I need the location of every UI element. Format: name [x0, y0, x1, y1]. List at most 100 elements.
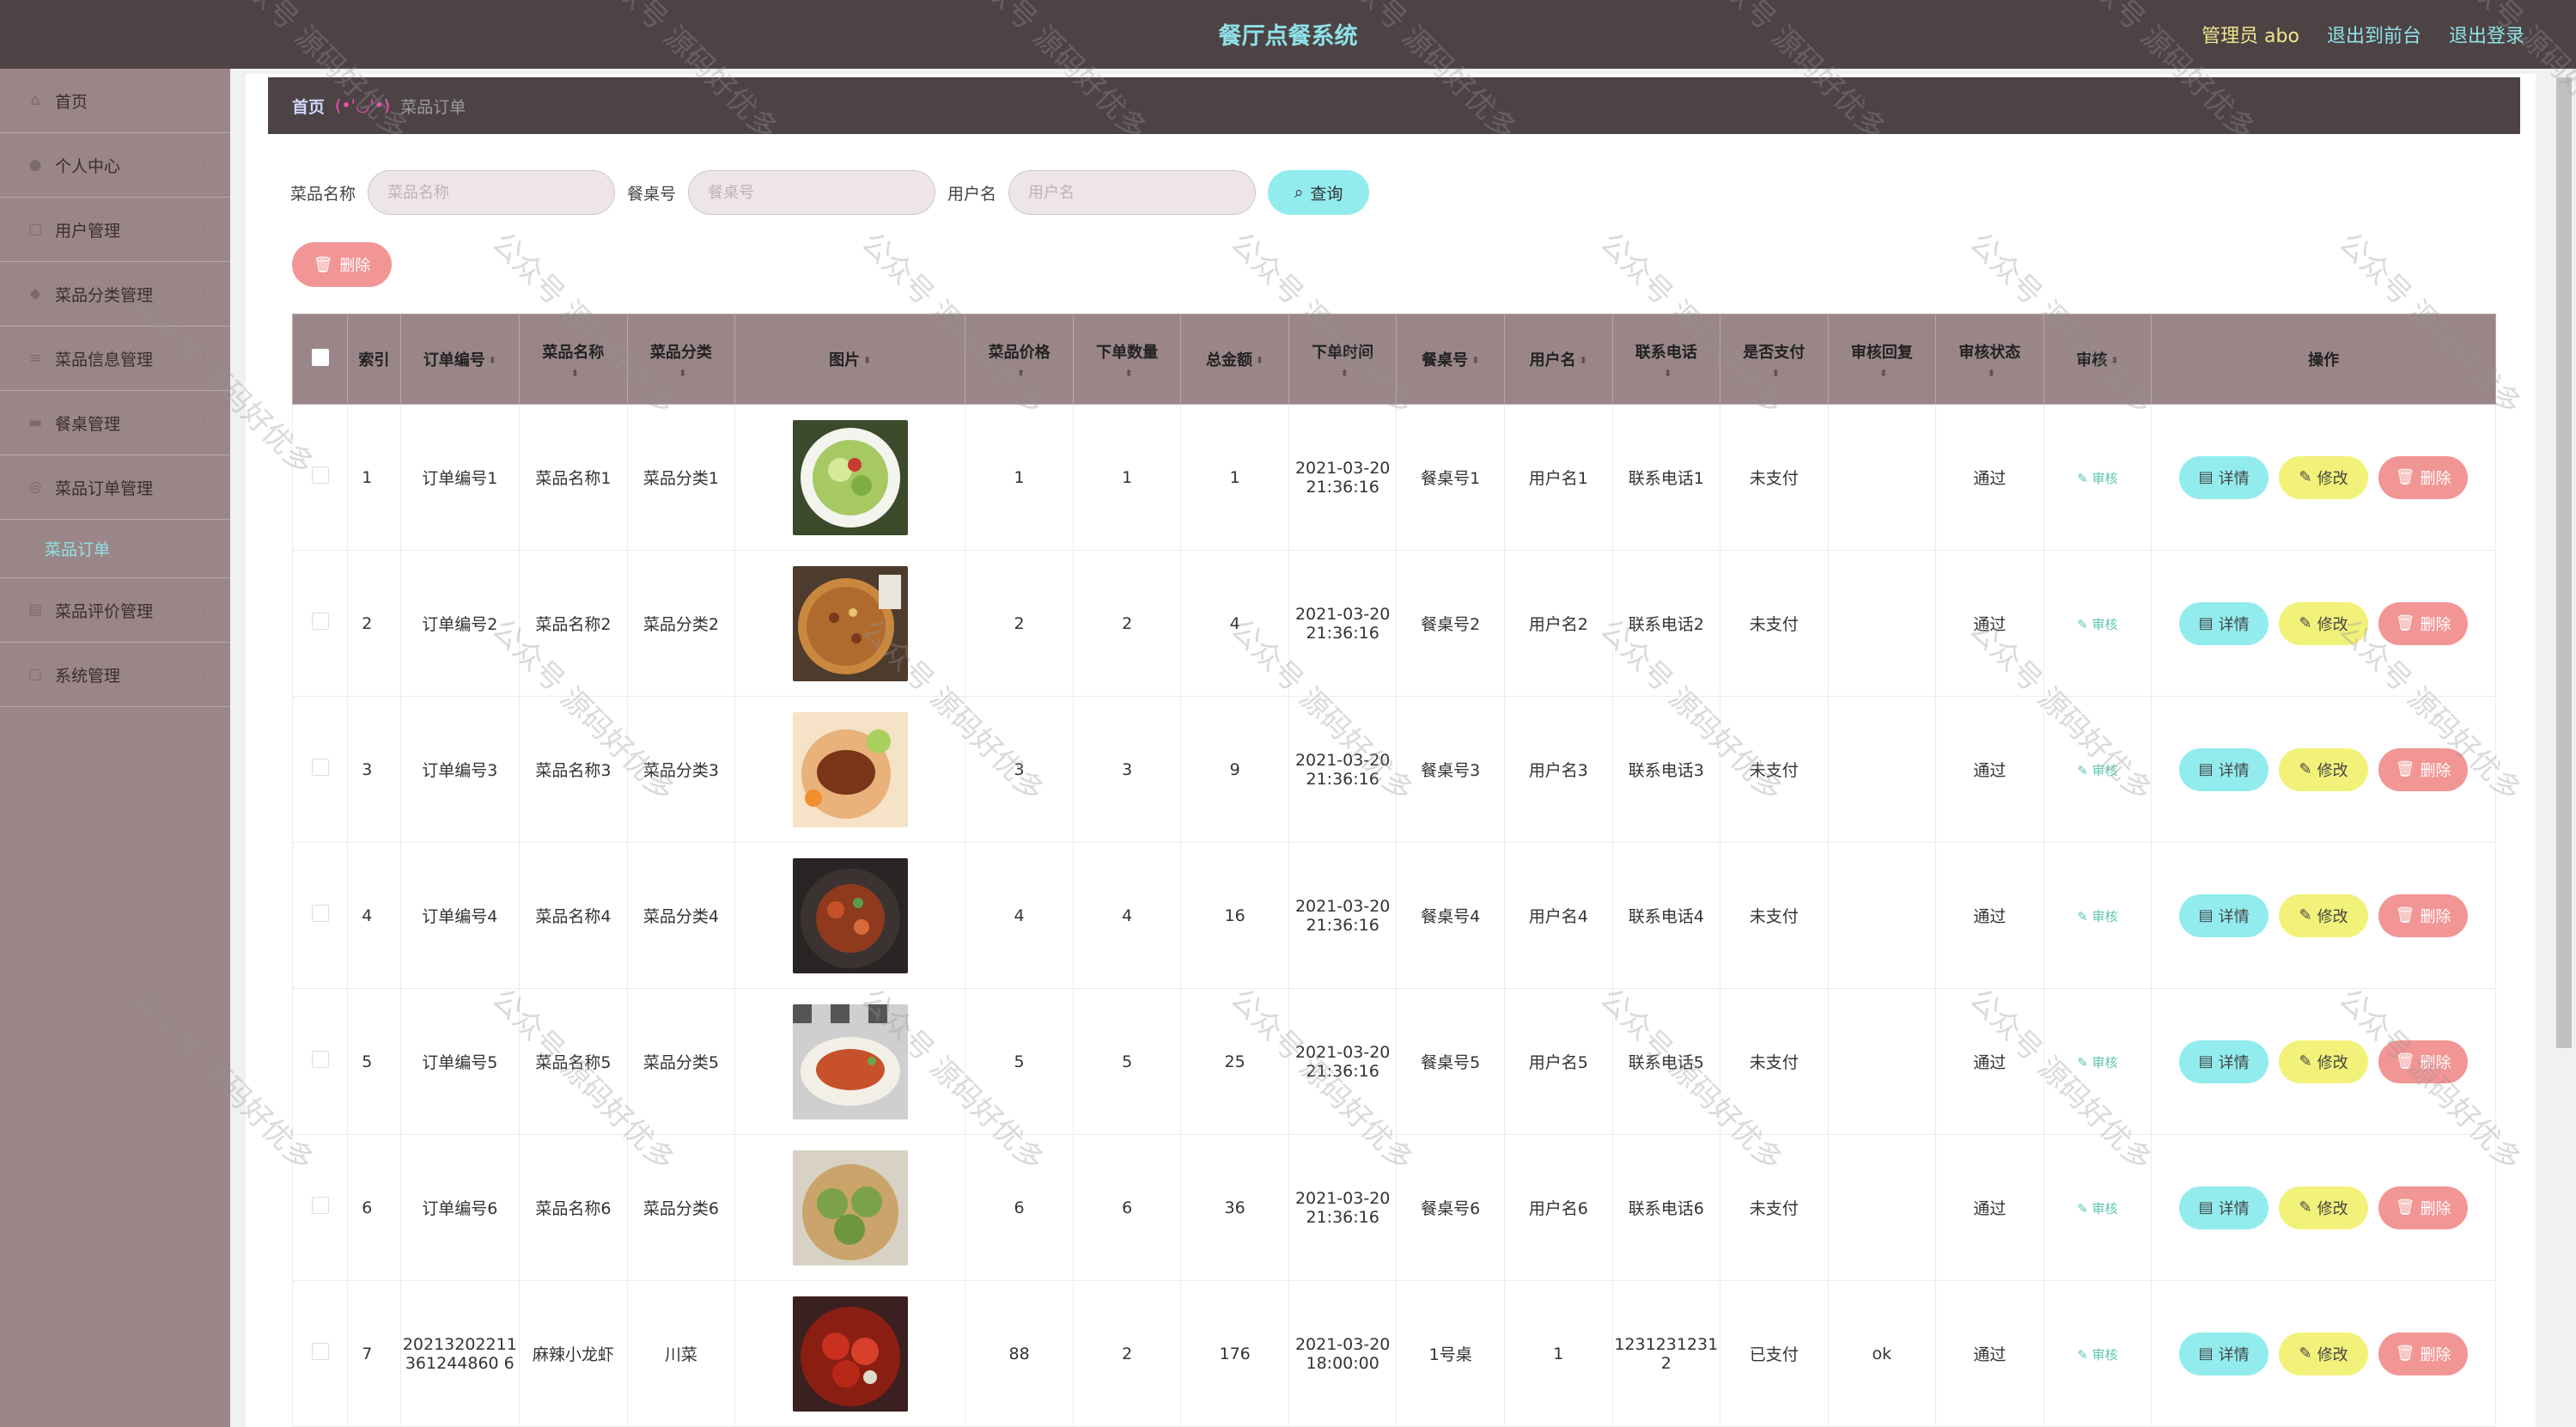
column-header[interactable]: 审核 ⬍ — [2043, 314, 2153, 405]
row-checkbox[interactable] — [311, 1197, 329, 1214]
sort-icon[interactable]: ⬍ — [1580, 356, 1587, 365]
column-header[interactable]: 联系电话 ⬍ — [1611, 314, 1721, 405]
row-checkbox[interactable] — [311, 467, 329, 484]
edit-button[interactable]: ✎ 修改 — [2279, 893, 2369, 937]
column-header[interactable]: 审核回复 ⬍ — [1827, 314, 1937, 405]
delete-button[interactable]: 🗑 删除 — [2378, 1040, 2469, 1083]
select-all-header[interactable] — [291, 314, 349, 405]
dish-thumbnail[interactable] — [792, 711, 908, 827]
row-select-cell[interactable] — [291, 1280, 349, 1427]
edit-button[interactable]: ✎ 修改 — [2279, 1186, 2369, 1229]
sort-icon[interactable]: ⬍ — [1341, 369, 1349, 378]
username-input[interactable] — [1008, 170, 1257, 215]
sidebar-item-home[interactable]: ⌂ 首页 — [0, 69, 230, 133]
column-header[interactable]: 下单时间 ⬍ — [1288, 314, 1398, 405]
delete-button[interactable]: 🗑 删除 — [2378, 893, 2469, 937]
sort-icon[interactable]: ⬍ — [1471, 356, 1479, 365]
exit-to-front-link[interactable]: 退出到前台 — [2327, 21, 2421, 48]
column-header[interactable]: 审核状态 ⬍ — [1935, 314, 2044, 405]
detail-button[interactable]: ▤ 详情 — [2179, 1040, 2269, 1083]
edit-button[interactable]: ✎ 修改 — [2279, 601, 2369, 645]
audit-link[interactable]: ✎ 审核 — [2077, 617, 2117, 632]
sort-icon[interactable]: ⬍ — [1772, 369, 1780, 378]
column-header[interactable]: 图片 ⬍ — [734, 314, 966, 405]
batch-delete-button[interactable]: 🗑 删除 — [292, 242, 392, 287]
sort-icon[interactable]: ⬍ — [1125, 369, 1133, 378]
column-header[interactable]: 餐桌号 ⬍ — [1396, 314, 1505, 405]
column-header[interactable]: 菜品价格 ⬍ — [965, 314, 1074, 405]
audit-link[interactable]: ✎ 审核 — [2077, 763, 2117, 778]
select-all-checkbox[interactable] — [311, 348, 329, 366]
sort-icon[interactable]: ⬍ — [1256, 356, 1264, 365]
sidebar-item-personal[interactable]: ● 个人中心 › — [0, 133, 230, 198]
column-header[interactable]: 是否支付 ⬍ — [1720, 314, 1829, 405]
sidebar-item-reviews[interactable]: ▤ 菜品评价管理 › — [0, 578, 230, 643]
sort-icon[interactable]: ⬍ — [679, 369, 686, 378]
edit-button[interactable]: ✎ 修改 — [2279, 1040, 2369, 1083]
column-header[interactable]: 菜品名称 ⬍ — [519, 314, 628, 405]
detail-button[interactable]: ▤ 详情 — [2179, 893, 2269, 937]
edit-button[interactable]: ✎ 修改 — [2279, 1332, 2369, 1375]
sidebar-item-dish-info[interactable]: ≡ 菜品信息管理 › — [0, 326, 230, 391]
sidebar-item-system[interactable]: ▢ 系统管理 › — [0, 643, 230, 707]
detail-button[interactable]: ▤ 详情 — [2179, 747, 2269, 791]
column-header[interactable]: 下单数量 ⬍ — [1072, 314, 1182, 405]
dish-thumbnail[interactable] — [792, 419, 908, 535]
breadcrumb-home[interactable]: 首页 — [292, 95, 325, 118]
detail-button[interactable]: ▤ 详情 — [2179, 1186, 2269, 1229]
sort-icon[interactable]: ⬍ — [489, 356, 496, 365]
column-header[interactable]: 用户名 ⬍ — [1503, 314, 1613, 405]
dish-name-input[interactable] — [368, 170, 616, 215]
row-checkbox[interactable] — [311, 1051, 329, 1068]
audit-link[interactable]: ✎ 审核 — [2077, 471, 2117, 486]
delete-button[interactable]: 🗑 删除 — [2378, 747, 2469, 791]
sidebar-item-orders[interactable]: ◎ 菜品订单管理 ˅ — [0, 455, 230, 520]
dish-thumbnail[interactable] — [792, 1003, 908, 1119]
scrollbar-thumb[interactable] — [2556, 77, 2572, 1048]
vertical-scrollbar[interactable] — [2552, 69, 2576, 1427]
audit-link[interactable]: ✎ 审核 — [2077, 1201, 2117, 1217]
sidebar-item-users[interactable]: □ 用户管理 › — [0, 198, 230, 262]
row-checkbox[interactable] — [311, 905, 329, 922]
sort-icon[interactable]: ⬍ — [863, 356, 871, 365]
sort-icon[interactable]: ⬍ — [1664, 369, 1672, 378]
row-select-cell[interactable] — [291, 1134, 349, 1281]
edit-button[interactable]: ✎ 修改 — [2279, 747, 2369, 791]
sort-icon[interactable]: ⬍ — [1017, 369, 1025, 378]
sort-icon[interactable]: ⬍ — [1879, 369, 1887, 378]
logout-link[interactable]: 退出登录 — [2449, 21, 2524, 48]
detail-button[interactable]: ▤ 详情 — [2179, 1332, 2269, 1375]
query-button[interactable]: ⌕ 查询 — [1268, 170, 1370, 215]
row-checkbox[interactable] — [311, 759, 329, 776]
edit-button[interactable]: ✎ 修改 — [2279, 455, 2369, 499]
row-checkbox[interactable] — [311, 613, 329, 630]
sort-icon[interactable]: ⬍ — [2110, 356, 2118, 365]
detail-button[interactable]: ▤ 详情 — [2179, 455, 2269, 499]
delete-button[interactable]: 🗑 删除 — [2378, 1332, 2469, 1375]
column-header[interactable]: 总金额 ⬍ — [1180, 314, 1289, 405]
row-select-cell[interactable] — [291, 404, 349, 551]
dish-thumbnail[interactable] — [792, 1150, 908, 1265]
row-select-cell[interactable] — [291, 842, 349, 989]
dish-thumbnail[interactable] — [792, 857, 908, 973]
table-no-input[interactable] — [688, 170, 936, 215]
column-header[interactable]: 订单编号 ⬍ — [399, 314, 521, 405]
column-header[interactable]: 菜品分类 ⬍ — [626, 314, 736, 405]
delete-button[interactable]: 🗑 删除 — [2378, 601, 2469, 645]
delete-button[interactable]: 🗑 删除 — [2378, 455, 2469, 499]
row-checkbox[interactable] — [311, 1343, 329, 1360]
audit-link[interactable]: ✎ 审核 — [2077, 909, 2117, 924]
sidebar-item-dish-category[interactable]: ◆ 菜品分类管理 › — [0, 262, 230, 326]
dish-thumbnail[interactable] — [792, 1296, 908, 1412]
row-select-cell[interactable] — [291, 988, 349, 1135]
dish-thumbnail[interactable] — [792, 565, 908, 681]
audit-link[interactable]: ✎ 审核 — [2077, 1055, 2117, 1070]
row-select-cell[interactable] — [291, 696, 349, 843]
row-select-cell[interactable] — [291, 550, 349, 697]
sort-icon[interactable]: ⬍ — [1988, 369, 1995, 378]
sidebar-subitem-dish-orders[interactable]: 菜品订单 — [0, 520, 230, 578]
detail-button[interactable]: ▤ 详情 — [2179, 601, 2269, 645]
sidebar-item-tables[interactable]: ▬ 餐桌管理 › — [0, 391, 230, 455]
audit-link[interactable]: ✎ 审核 — [2077, 1347, 2117, 1363]
delete-button[interactable]: 🗑 删除 — [2378, 1186, 2469, 1229]
